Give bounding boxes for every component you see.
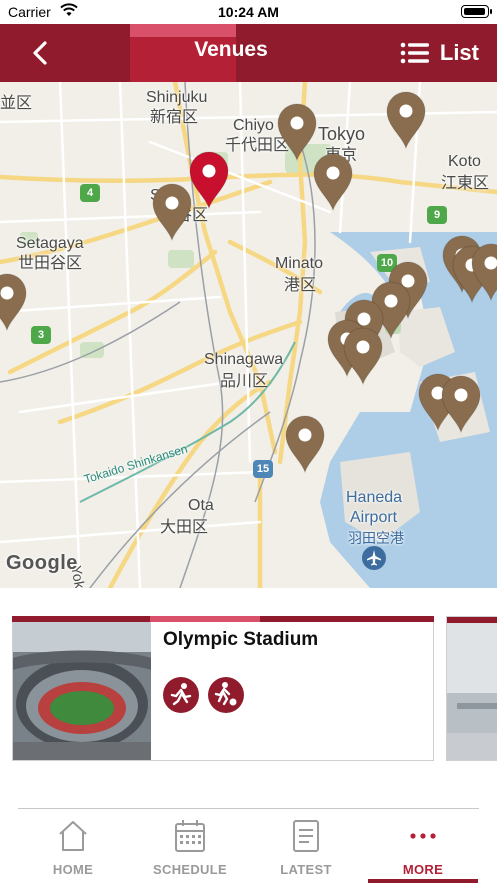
- battery-icon: [461, 5, 492, 18]
- venues-map[interactable]: 並区 Shinjuku 新宿区 Chiyo 千代田区 Tokyo 東京 Koto…: [0, 82, 497, 588]
- list-icon: [400, 42, 429, 64]
- venue-card[interactable]: Olympic Stadium: [12, 616, 434, 761]
- map-label-ota: Ota: [188, 497, 214, 514]
- venue-pin[interactable]: [151, 182, 193, 242]
- map-label-koto: Koto: [448, 153, 481, 170]
- list-button[interactable]: List: [400, 36, 479, 70]
- map-label-shinagawa-jp: 品川区: [220, 373, 269, 390]
- tab-label: HOME: [52, 862, 94, 877]
- map-label-koto-jp: 江東区: [441, 175, 490, 192]
- map-label-airport: Airport: [350, 509, 398, 526]
- route-badge: 4: [80, 184, 100, 202]
- map-attribution: Google: [6, 552, 78, 574]
- venue-pin[interactable]: [470, 242, 497, 302]
- list-label: List: [439, 40, 479, 65]
- map-label-minato: Minato: [275, 255, 324, 272]
- venue-pin[interactable]: [342, 326, 384, 386]
- clock: 10:24 AM: [218, 4, 279, 20]
- route-badge: 3: [31, 326, 51, 344]
- map-base: [0, 82, 497, 588]
- map-label-shinjuku-jp: 新宿区: [150, 109, 199, 126]
- nav-accent: [130, 24, 236, 37]
- venue-pin[interactable]: [312, 152, 354, 212]
- map-label-tokyo: Tokyo: [318, 124, 366, 144]
- more-icon: [410, 833, 436, 839]
- tab-schedule[interactable]: SCHEDULE: [140, 818, 240, 883]
- venue-name: Olympic Stadium: [163, 629, 319, 650]
- map-label-minato-jp: 港区: [284, 277, 317, 294]
- tab-home[interactable]: HOME: [23, 818, 123, 883]
- tab-more[interactable]: MORE: [368, 818, 478, 883]
- route-badge: 15: [253, 460, 273, 478]
- venue-pin[interactable]: [0, 272, 28, 332]
- venue-carousel[interactable]: Olympic Stadium: [0, 588, 497, 803]
- tab-active-indicator: [368, 879, 478, 883]
- venues-screen: Carrier 10:24 AM Venues List 並区 Shinjuku…: [0, 0, 497, 883]
- map-label-nami: 並区: [0, 95, 33, 112]
- athletics-icon: [163, 677, 199, 713]
- nav-bar: Venues List: [0, 24, 497, 82]
- tab-divider: [18, 808, 479, 809]
- tab-label: LATEST: [280, 862, 332, 877]
- map-label-shinagawa: Shinagawa: [204, 351, 284, 368]
- map-label-ota-jp: 大田区: [160, 519, 209, 536]
- page-title: Venues: [194, 38, 268, 61]
- status-bar: Carrier 10:24 AM: [0, 0, 497, 24]
- venue-pin[interactable]: [284, 414, 326, 474]
- map-label-setagaya: Setagaya: [16, 235, 84, 252]
- news-icon: [293, 820, 319, 852]
- card-topline-accent: [150, 616, 260, 622]
- venue-pin[interactable]: [440, 374, 482, 434]
- map-label-setagaya-jp: 世田谷区: [18, 255, 83, 272]
- airport-icon: [362, 546, 386, 570]
- tab-latest[interactable]: LATEST: [256, 818, 356, 883]
- tab-label: SCHEDULE: [153, 862, 227, 877]
- tab-label: MORE: [402, 862, 444, 877]
- venue-pin[interactable]: [385, 90, 427, 150]
- selected-venue-pin[interactable]: [188, 150, 230, 210]
- map-label-haneda: Haneda: [346, 489, 403, 506]
- football-icon: [208, 677, 244, 713]
- next-venue-card[interactable]: [446, 616, 497, 761]
- tab-bar: HOME SCHEDULE LATEST MORE: [0, 808, 497, 883]
- route-badge: 9: [427, 206, 447, 224]
- map-label-chiyoda: Chiyo: [233, 117, 274, 134]
- home-icon: [59, 821, 87, 851]
- calendar-icon: [175, 820, 205, 852]
- map-label-shinjuku: Shinjuku: [146, 89, 208, 106]
- venue-photo: [13, 622, 151, 760]
- map-label-haneda-jp: 羽田空港: [348, 530, 404, 546]
